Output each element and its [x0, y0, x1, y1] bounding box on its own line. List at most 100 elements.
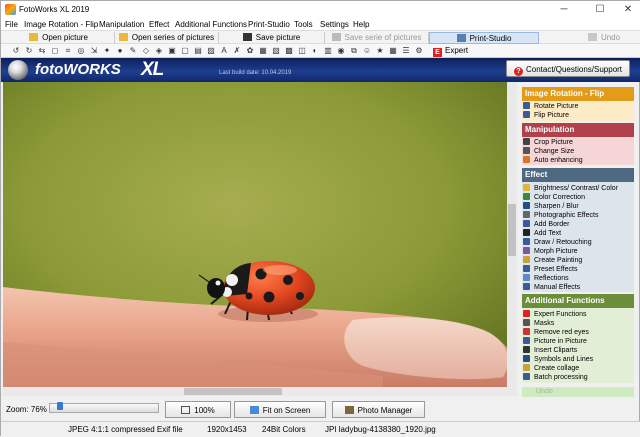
blur-icon[interactable]: ◈ — [154, 46, 164, 56]
settings-icon[interactable]: ⚙ — [414, 46, 424, 56]
lens-icon[interactable]: ◎ — [76, 46, 86, 56]
effect-item[interactable]: Preset Effects — [523, 265, 633, 274]
frame-icon[interactable]: ◻ — [50, 46, 60, 56]
color-icon[interactable]: ● — [115, 46, 125, 56]
open-series-button[interactable]: Open series of pictures — [115, 32, 219, 44]
close-button[interactable]: ✕ — [613, 1, 640, 19]
fit-screen-icon — [249, 406, 259, 414]
auto-enhancing-item[interactable]: Auto enhancing — [523, 156, 633, 165]
rotate-picture-item[interactable]: Rotate Picture — [523, 102, 633, 111]
folder-icon — [29, 33, 39, 41]
print-studio-button[interactable]: Print-Studio — [429, 32, 539, 44]
manual-effect-icon[interactable]: ◫ — [297, 46, 307, 56]
brightness-icon — [523, 184, 530, 191]
effect-item[interactable]: Sharpen / Blur — [523, 202, 633, 211]
contact-support-button[interactable]: ? Contact/Questions/Support — [506, 60, 630, 77]
crop-picture-item[interactable]: Crop Picture — [523, 138, 633, 147]
open-picture-button[interactable]: Open picture — [3, 32, 115, 44]
effect-label: Sharpen / Blur — [534, 203, 579, 210]
mask-icon[interactable]: ◐ — [310, 46, 320, 56]
red-eye-icon[interactable]: ◉ — [336, 46, 346, 56]
resize-icon — [523, 147, 530, 154]
wand-icon[interactable]: ✦ — [102, 46, 112, 56]
text-icon — [523, 229, 530, 236]
horizontal-scroll-thumb[interactable] — [184, 388, 282, 395]
save-picture-button[interactable]: Save picture — [219, 32, 325, 44]
effect-item[interactable]: Photographic Effects — [523, 211, 633, 220]
additional-item[interactable]: Masks — [523, 319, 633, 328]
save-series-button[interactable]: Save serie of pictures — [325, 32, 429, 44]
logo-text: fotoWORKS — [35, 61, 121, 78]
zoom-100-button[interactable]: 100% — [165, 401, 231, 418]
expert-functions-button[interactable]: EExpert Functions — [433, 45, 505, 67]
sharpen-icon[interactable]: ◇ — [141, 46, 151, 56]
text-icon[interactable]: A — [219, 46, 229, 56]
rotate-left-icon[interactable]: ↺ — [11, 46, 21, 56]
undo-button[interactable]: Undo — [569, 32, 639, 44]
additional-item[interactable]: Picture in Picture — [523, 337, 633, 346]
rotate-right-icon[interactable]: ↻ — [24, 46, 34, 56]
save-picture-label: Save picture — [255, 33, 301, 42]
panel-undo-button[interactable]: Undo — [522, 387, 634, 397]
effect-item[interactable]: Manual Effects — [523, 283, 633, 292]
star-icon[interactable]: ★ — [375, 46, 385, 56]
additional-item[interactable]: Insert Cliparts — [523, 346, 633, 355]
manual-effect-icon — [523, 283, 530, 290]
effect-item[interactable]: Add Border — [523, 220, 633, 229]
painting-icon[interactable]: ▦ — [258, 46, 268, 56]
auto-enhancing-label: Auto enhancing — [534, 157, 583, 164]
zoom-slider[interactable] — [49, 403, 159, 413]
picture-icon[interactable]: ▨ — [206, 46, 216, 56]
effect-item[interactable]: Color Correction — [523, 193, 633, 202]
preset-icon — [523, 265, 530, 272]
effect-label: Create Painting — [534, 257, 583, 264]
effect-item[interactable]: Morph Picture — [523, 247, 633, 256]
reflection-icon[interactable]: ▩ — [284, 46, 294, 56]
draw-icon[interactable]: ✗ — [232, 46, 242, 56]
maximize-button[interactable]: ☐ — [585, 1, 615, 19]
film-icon[interactable]: ▤ — [193, 46, 203, 56]
photo-effect-icon[interactable]: ▣ — [167, 46, 177, 56]
brush-icon[interactable]: ✎ — [128, 46, 138, 56]
section-rotation-header[interactable]: Image Rotation - Flip — [522, 87, 634, 101]
print-studio-label: Print-Studio — [469, 34, 512, 43]
additional-item[interactable]: Create collage — [523, 364, 633, 373]
preset-icon[interactable]: ▧ — [271, 46, 281, 56]
collage-icon[interactable]: ▦ — [388, 46, 398, 56]
photo-manager-button[interactable]: Photo Manager — [332, 401, 425, 418]
mask-icon — [523, 319, 530, 326]
section-effect-header[interactable]: Effect — [522, 168, 634, 182]
image-canvas[interactable] — [3, 82, 517, 387]
photo-manager-label: Photo Manager — [357, 406, 413, 415]
additional-item[interactable]: Batch processing — [523, 373, 633, 382]
color-correction-icon — [523, 193, 530, 200]
effect-item[interactable]: Create Painting — [523, 256, 633, 265]
additional-label: Insert Cliparts — [534, 347, 578, 354]
floppy-icon — [331, 33, 341, 41]
resize-icon[interactable]: ⇲ — [89, 46, 99, 56]
change-size-item[interactable]: Change Size — [523, 147, 633, 156]
pip-icon[interactable]: ⧉ — [349, 46, 359, 56]
fit-on-screen-button[interactable]: Fit on Screen — [234, 401, 326, 418]
flip-icon[interactable]: ⇆ — [37, 46, 47, 56]
effect-item[interactable]: Brightness/ Contrast/ Color — [523, 184, 633, 193]
additional-item[interactable]: Expert Functions — [523, 310, 633, 319]
effect-item[interactable]: Draw / Retouching — [523, 238, 633, 247]
additional-item[interactable]: Symbols and Lines — [523, 355, 633, 364]
expert-icon[interactable]: ▥ — [323, 46, 333, 56]
batch-icon[interactable]: ☰ — [401, 46, 411, 56]
icon-toolbar: ↺ ↻ ⇆ ◻ ⌗ ◎ ⇲ ✦ ● ✎ ◇ ◈ ▣ ▢ ▤ ▨ A ✗ ✿ ▦ … — [1, 44, 640, 67]
additional-item[interactable]: Remove red eyes — [523, 328, 633, 337]
section-additional-header[interactable]: Additional Functions — [522, 294, 634, 308]
section-manipulation-header[interactable]: Manipulation — [522, 123, 634, 137]
minimize-button[interactable]: ─ — [549, 1, 579, 19]
vertical-scroll-thumb[interactable] — [508, 204, 516, 256]
border-icon[interactable]: ▢ — [180, 46, 190, 56]
clipart-icon[interactable]: ☺ — [362, 46, 372, 56]
crop-icon[interactable]: ⌗ — [63, 46, 73, 56]
zoom-slider-thumb[interactable] — [57, 402, 63, 410]
morph-icon[interactable]: ✿ — [245, 46, 255, 56]
flip-picture-item[interactable]: Flip Picture — [523, 111, 633, 120]
effect-item[interactable]: Add Text — [523, 229, 633, 238]
effect-item[interactable]: Reflections — [523, 274, 633, 283]
